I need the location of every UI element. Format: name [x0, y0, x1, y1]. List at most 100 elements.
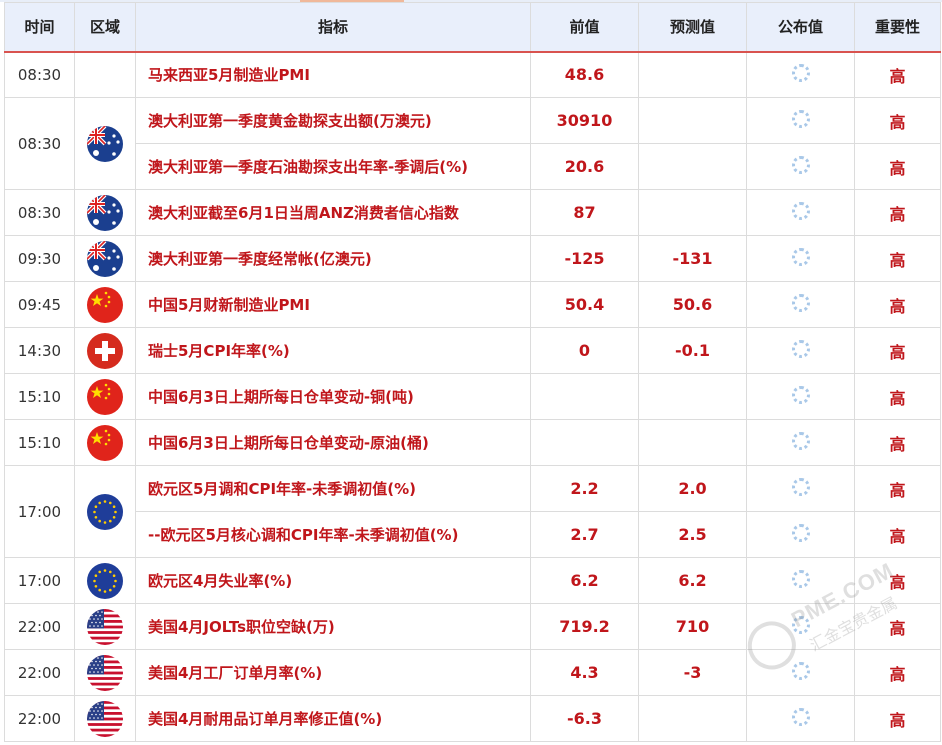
economic-calendar-table: 时间 区域 指标 前值 预测值 公布值 重要性 08:30 马来西亚5月制造业PM… — [4, 2, 941, 742]
header-time[interactable]: 时间 — [4, 2, 75, 53]
loading-spinner-icon — [791, 707, 810, 726]
indicator-link[interactable]: 澳大利亚第一季度经常帐(亿澳元) — [135, 235, 531, 282]
australia-flag — [87, 194, 123, 231]
china-flag — [87, 424, 123, 461]
event-time: 14:30 — [4, 327, 75, 374]
forecast-value: -131 — [638, 235, 747, 282]
indicator-link[interactable]: 中国6月3日上期所每日仓单变动-原油(桶) — [135, 419, 531, 466]
indicator-link[interactable]: 马来西亚5月制造业PMI — [135, 51, 531, 98]
table-row[interactable]: 22:00 美国4月工厂订单月率(%) 4.3 -3 高 — [4, 649, 941, 696]
australia-flag — [87, 240, 123, 277]
region-cell — [74, 51, 136, 98]
table-row[interactable]: --欧元区5月核心调和CPI年率-未季调初值(%) 2.7 2.5 高 — [5, 511, 941, 558]
previous-value: 50.4 — [530, 281, 639, 328]
indicator-link[interactable]: 澳大利亚第一季度石油勘探支出年率-季调后(%) — [135, 143, 531, 190]
loading-spinner-icon — [791, 155, 810, 174]
previous-value — [530, 373, 639, 420]
importance-level: 高 — [854, 419, 941, 466]
previous-value: -6.3 — [530, 695, 639, 742]
forecast-value — [638, 373, 747, 420]
actual-value — [746, 649, 855, 696]
loading-spinner-icon — [791, 63, 810, 82]
event-time: 09:45 — [4, 281, 75, 328]
table-row[interactable]: 17:00 欧元区5月调和CPI年率-未季调初值(%) 2.2 2.0 高 — [4, 465, 941, 558]
table-row[interactable]: 08:30 澳大利亚截至6月1日当周ANZ消费者信心指数 87 高 — [4, 189, 941, 236]
table-row[interactable]: 22:00 美国4月耐用品订单月率修正值(%) -6.3 高 — [4, 695, 941, 742]
indicator-link[interactable]: --欧元区5月核心调和CPI年率-未季调初值(%) — [135, 511, 531, 558]
region-cell — [74, 465, 136, 558]
region-cell — [74, 419, 136, 466]
forecast-value: -3 — [638, 649, 747, 696]
table-row[interactable]: 17:00 欧元区4月失业率(%) 6.2 6.2 高 — [4, 557, 941, 604]
usa-flag — [87, 654, 123, 691]
header-actual[interactable]: 公布值 — [746, 2, 855, 53]
indicator-link[interactable]: 美国4月工厂订单月率(%) — [135, 649, 531, 696]
indicator-link[interactable]: 瑞士5月CPI年率(%) — [135, 327, 531, 374]
previous-value: 87 — [530, 189, 639, 236]
previous-value: 2.2 — [530, 465, 639, 512]
forecast-value — [638, 97, 747, 144]
header-importance[interactable]: 重要性 — [854, 2, 941, 53]
loading-spinner-icon — [791, 247, 810, 266]
actual-value — [746, 511, 855, 558]
region-cell — [74, 327, 136, 374]
forecast-value: 2.0 — [638, 465, 747, 512]
importance-level: 高 — [854, 143, 941, 190]
header-forecast[interactable]: 预测值 — [638, 2, 747, 53]
region-cell — [74, 189, 136, 236]
actual-value — [746, 235, 855, 282]
actual-value — [746, 419, 855, 466]
table-body: 08:30 马来西亚5月制造业PMI 48.6 高 08:30 澳大利亚第一季度黄金勘探支… — [4, 51, 941, 742]
table-row[interactable]: 14:30 瑞士5月CPI年率(%) 0 -0.1 高 — [4, 327, 941, 374]
table-header-row: 时间 区域 指标 前值 预测值 公布值 重要性 — [4, 2, 941, 53]
actual-value — [746, 51, 855, 98]
region-cell — [74, 281, 136, 328]
event-time: 17:00 — [4, 557, 75, 604]
table-row[interactable]: 09:45 中国5月财新制造业PMI 50.4 50.6 高 — [4, 281, 941, 328]
indicator-link[interactable]: 中国5月财新制造业PMI — [135, 281, 531, 328]
table-row[interactable]: 15:10 中国6月3日上期所每日仓单变动-原油(桶) 高 — [4, 419, 941, 466]
indicator-link[interactable]: 美国4月JOLTs职位空缺(万) — [135, 603, 531, 650]
event-time: 09:30 — [4, 235, 75, 282]
importance-level: 高 — [854, 465, 941, 512]
importance-level: 高 — [854, 235, 941, 282]
actual-value — [746, 695, 855, 742]
forecast-value: 6.2 — [638, 557, 747, 604]
indicator-link[interactable]: 澳大利亚第一季度黄金勘探支出额(万澳元) — [135, 97, 531, 144]
actual-value — [746, 189, 855, 236]
indicator-link[interactable]: 欧元区4月失业率(%) — [135, 557, 531, 604]
table-row[interactable]: 08:30 澳大利亚第一季度黄金勘探支出额(万澳元) 30910 高 — [4, 97, 941, 190]
loading-spinner-icon — [791, 523, 810, 542]
actual-value — [746, 603, 855, 650]
actual-value — [746, 557, 855, 604]
forecast-value — [638, 189, 747, 236]
forecast-value — [638, 419, 747, 466]
indicator-link[interactable]: 美国4月耐用品订单月率修正值(%) — [135, 695, 531, 742]
china-flag — [87, 378, 123, 415]
indicator-link[interactable]: 澳大利亚截至6月1日当周ANZ消费者信心指数 — [135, 189, 531, 236]
table-row[interactable]: 15:10 中国6月3日上期所每日仓单变动-铜(吨) 高 — [4, 373, 941, 420]
eu-flag — [87, 493, 123, 530]
table-row[interactable]: 22:00 美国4月JOLTs职位空缺(万) 719.2 710 高 — [4, 603, 941, 650]
loading-spinner-icon — [791, 385, 810, 404]
header-region[interactable]: 区域 — [74, 2, 136, 53]
importance-level: 高 — [854, 97, 941, 144]
table-row[interactable]: 09:30 澳大利亚第一季度经常帐(亿澳元) -125 -131 高 — [4, 235, 941, 282]
event-time: 08:30 — [4, 97, 75, 190]
event-time: 22:00 — [4, 695, 75, 742]
forecast-value: 710 — [638, 603, 747, 650]
previous-value: 2.7 — [530, 511, 639, 558]
event-time: 15:10 — [4, 373, 75, 420]
event-time: 08:30 — [4, 51, 75, 98]
previous-value: -125 — [530, 235, 639, 282]
previous-value: 6.2 — [530, 557, 639, 604]
header-previous[interactable]: 前值 — [530, 2, 639, 53]
indicator-link[interactable]: 欧元区5月调和CPI年率-未季调初值(%) — [135, 465, 531, 512]
header-indicator[interactable]: 指标 — [135, 2, 531, 53]
indicator-link[interactable]: 中国6月3日上期所每日仓单变动-铜(吨) — [135, 373, 531, 420]
table-row[interactable]: 08:30 马来西亚5月制造业PMI 48.6 高 — [4, 51, 941, 98]
previous-value: 719.2 — [530, 603, 639, 650]
event-time: 22:00 — [4, 649, 75, 696]
table-row[interactable]: 澳大利亚第一季度石油勘探支出年率-季调后(%) 20.6 高 — [5, 143, 941, 190]
region-cell — [74, 649, 136, 696]
